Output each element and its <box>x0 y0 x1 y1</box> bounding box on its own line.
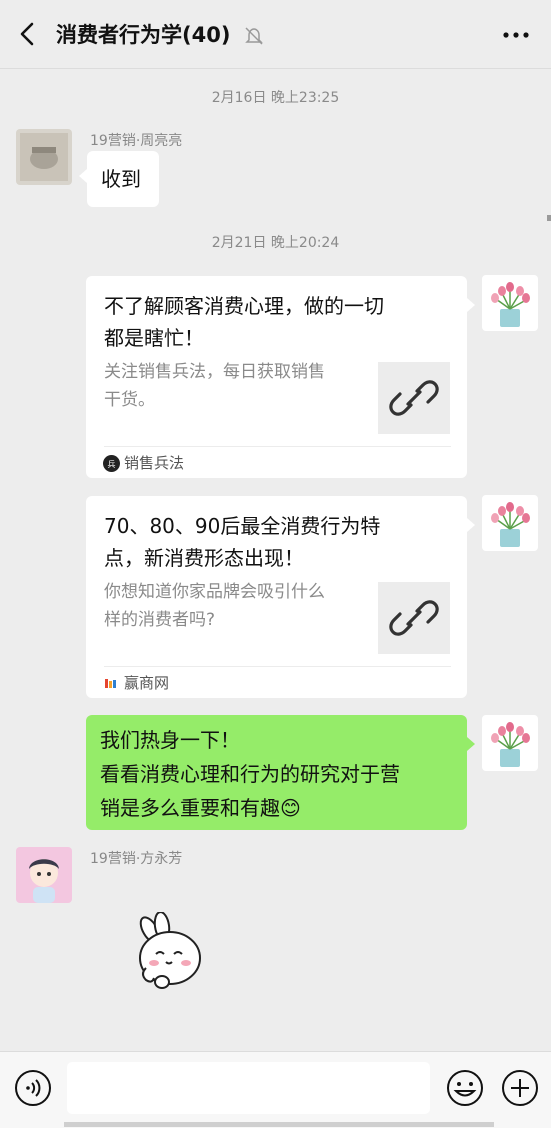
keyboard-strip <box>64 1122 494 1127</box>
svg-text:兵: 兵 <box>108 459 116 469</box>
divider <box>104 666 451 667</box>
avatar[interactable] <box>16 847 72 903</box>
message-text: 销是多么重要和有趣😊 <box>100 796 301 820</box>
message-bubble[interactable]: 收到 <box>79 151 159 207</box>
card-source: 销售兵法 <box>124 454 185 472</box>
card-title: 不了解顾客消费心理，做的一切 都是瞎忙！ <box>104 294 384 350</box>
source-logo-icon: 兵 <box>103 455 120 472</box>
message-input[interactable] <box>67 1062 430 1114</box>
plus-icon[interactable] <box>501 1069 539 1107</box>
avatar[interactable] <box>16 129 72 185</box>
link-thumbnail <box>378 362 450 434</box>
scroll-indicator[interactable] <box>547 215 551 221</box>
card-title: 70、80、90后最全消费行为特 点，新消费形态出现！ <box>104 514 381 570</box>
avatar[interactable] <box>482 715 538 771</box>
avatar[interactable] <box>482 495 538 551</box>
message-text: 我们热身一下！ <box>100 728 240 752</box>
voice-icon[interactable] <box>14 1069 52 1107</box>
link-icon <box>389 380 439 416</box>
link-card[interactable]: 不了解顾客消费心理，做的一切 都是瞎忙！ 关注销售兵法，每日获取销售 干货。 兵… <box>86 276 475 478</box>
message-text: 收到 <box>101 167 141 191</box>
link-card[interactable]: 70、80、90后最全消费行为特 点，新消费形态出现！ 你想知道你家品牌会吸引什… <box>86 496 475 698</box>
divider <box>104 446 451 447</box>
message-bubble[interactable]: 我们热身一下！ 看看消费心理和行为的研究对于营 销是多么重要和有趣😊 <box>86 715 475 830</box>
timestamp: 2月21日 晚上20:24 <box>211 235 340 251</box>
card-description: 关注销售兵法，每日获取销售 干货。 <box>104 362 325 410</box>
chat-header: 消费者行为学(40) <box>0 0 551 69</box>
link-icon <box>389 600 439 636</box>
input-bar <box>0 1051 551 1128</box>
card-description: 你想知道你家品牌会吸引什么 样的消费者吗? <box>104 582 325 630</box>
more-dots-icon[interactable] <box>501 25 531 45</box>
chevron-left-icon[interactable] <box>14 20 42 48</box>
bell-off-icon <box>245 27 263 45</box>
rabbit-sticker-icon[interactable] <box>132 912 208 992</box>
timestamp: 2月16日 晚上23:25 <box>211 90 340 106</box>
link-thumbnail <box>378 582 450 654</box>
avatar[interactable] <box>482 275 538 331</box>
source-logo-icon <box>104 678 119 689</box>
message-text: 看看消费心理和行为的研究对于营 <box>100 762 400 786</box>
sender-name: 19营销·周亮亮 <box>90 133 183 149</box>
chat-title: 消费者行为学(40) <box>56 23 231 47</box>
emoji-icon[interactable] <box>446 1069 484 1107</box>
card-source: 赢商网 <box>124 674 170 692</box>
sender-name: 19营销·方永芳 <box>90 851 183 867</box>
